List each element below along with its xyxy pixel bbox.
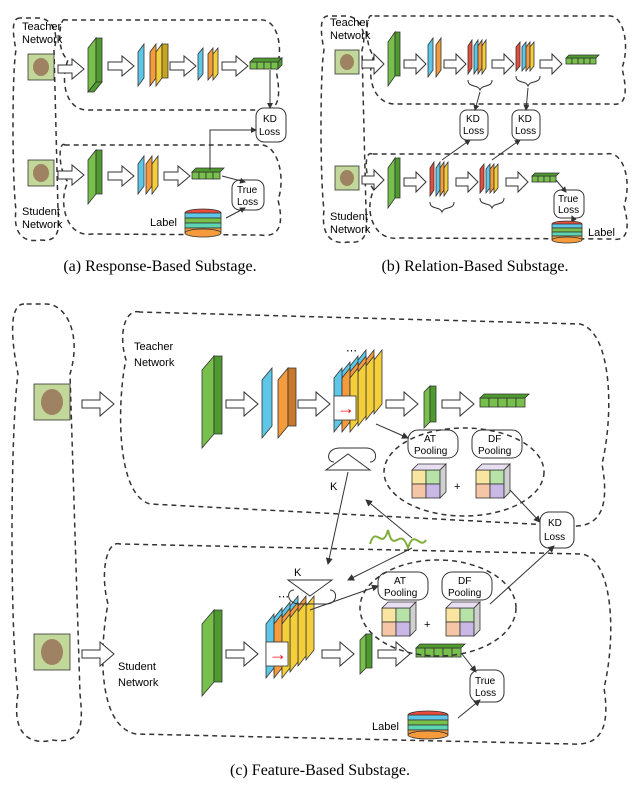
svg-text:+: + [454,481,460,493]
teacher-input-image [335,50,359,74]
student-label: Student [330,211,368,223]
svg-text:Pooling: Pooling [414,446,447,457]
student-input-image [28,160,54,186]
svg-text:→: → [269,644,287,664]
kd-loss-box: KD Loss [540,512,574,548]
svg-text:Teacher: Teacher [22,21,61,33]
panel-c-caption: (c) Feature-Based Substage. [10,762,630,780]
teacher-input-image [28,54,54,80]
teacher-block2 [138,44,168,86]
svg-text:Teacher: Teacher [134,341,173,353]
svg-text:KD: KD [466,114,480,125]
student-output [192,168,224,179]
svg-text:True: True [475,676,496,687]
student-input-image [335,166,359,190]
teacher-block3 [198,48,218,80]
svg-text:DF: DF [488,434,501,445]
svg-text:Network: Network [330,30,371,42]
distribution-icon [370,530,426,548]
svg-text:AT: AT [394,576,406,587]
network-label-2: Network [22,219,63,231]
svg-text:Pooling: Pooling [448,588,481,599]
svg-text:K: K [294,567,302,579]
panel-b-svg: Teacher Network Student Network [320,10,630,250]
svg-text:KD: KD [518,114,532,125]
svg-text:Pooling: Pooling [478,446,511,457]
svg-text:Loss: Loss [475,688,496,699]
network-label-1: Network [22,34,63,46]
svg-text:Student: Student [118,661,156,673]
panel-b: Teacher Network Student Network [320,10,630,294]
label-text: Label [150,217,177,229]
teacher-output [250,58,282,69]
arrow-icon [58,165,84,185]
network-label: Network [330,224,371,236]
svg-text:Student: Student [330,211,368,223]
svg-text:Loss: Loss [259,127,280,138]
arrow-icon [58,59,84,79]
svg-text:Student: Student [22,206,60,218]
arrow-icon [164,166,190,186]
label-cylinder [185,209,221,237]
svg-text:Loss: Loss [558,205,579,216]
panel-a: Teacher Network Student Network KD Loss [10,10,310,294]
svg-text:Loss: Loss [544,532,565,543]
selector-teacher: K [326,448,376,493]
svg-text:Loss: Loss [463,126,484,137]
svg-text:Network: Network [22,219,63,231]
student-conv1 [88,150,102,204]
panel-c-svg: Teacher Network Student Network ⋯ → [10,294,630,754]
network-label: Network [330,30,371,42]
svg-text:Loss: Loss [237,197,258,208]
kd-loss-box: KD Loss [256,108,286,142]
svg-text:⋯: ⋯ [278,591,289,603]
teacher-label: Teacher [330,17,369,29]
svg-text:Network: Network [330,224,371,236]
true-loss-box: True Loss [232,180,264,210]
arrow-icon [108,166,134,186]
svg-text:Teacher: Teacher [330,17,369,29]
red-arrow-icon: → [337,398,355,418]
svg-text:DF: DF [458,576,471,587]
svg-text:⋯: ⋯ [346,345,357,357]
svg-text:True: True [237,185,258,196]
panel-a-caption: (a) Response-Based Substage. [10,258,310,276]
svg-text:Label: Label [372,721,399,733]
panel-b-caption: (b) Relation-Based Substage. [320,258,630,276]
teacher-at-pooling: AT Pooling [408,430,458,458]
panel-a-svg: Teacher Network Student Network KD Loss [10,10,310,250]
svg-text:KD: KD [548,518,562,529]
student-block2 [138,156,158,194]
teacher-df-pooling: DF Pooling [472,430,522,458]
arrow-icon [108,56,134,76]
svg-text:Pooling: Pooling [384,588,417,599]
teacher-feature-stack: ⋯ → [334,345,382,432]
svg-text:K: K [330,481,338,493]
svg-text:AT: AT [424,434,436,445]
panel-c: Teacher Network Student Network ⋯ → [10,294,630,780]
svg-text:Network: Network [118,677,159,689]
svg-text:KD: KD [263,114,277,125]
svg-text:+: + [424,619,430,631]
teacher-label: Teacher [22,21,61,33]
student-label: Student [22,206,60,218]
svg-text:Network: Network [134,357,175,369]
svg-text:Network: Network [22,34,63,46]
arrow-icon [222,56,248,76]
label-text: Label [588,227,615,239]
arrow-icon [170,56,196,76]
svg-text:Loss: Loss [515,126,536,137]
teacher-conv1 [88,38,102,92]
svg-text:True: True [558,194,579,205]
